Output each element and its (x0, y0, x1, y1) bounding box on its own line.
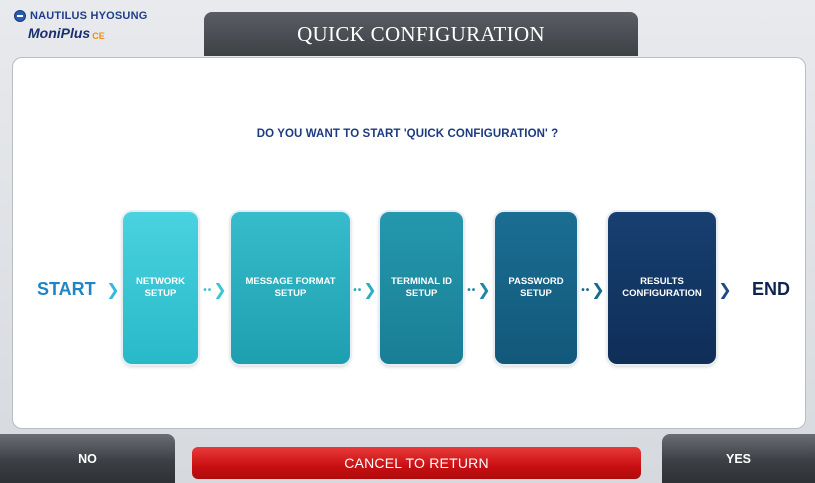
product-name: MoniPlus (28, 25, 91, 41)
step-label-line2: SETUP (405, 288, 438, 299)
double-chevron-right-icon: •• ❯ (203, 282, 227, 299)
product-version: CE (92, 31, 105, 41)
step-label-line2: SETUP (520, 288, 552, 299)
double-chevron-right-icon: •• ❯ (467, 282, 491, 299)
step-label-line1: NETWORK (135, 276, 186, 287)
hyosung-logo-icon (14, 10, 26, 22)
page-title: QUICK CONFIGURATION (204, 12, 638, 56)
step-label-line2: CONFIGURATION (622, 288, 702, 299)
step-label-line1: RESULTS (640, 276, 684, 287)
cancel-to-return-button[interactable]: CANCEL TO RETURN (192, 447, 641, 479)
brand-name: NAUTILUS HYOSUNG (30, 10, 148, 22)
yes-button[interactable]: YES (662, 434, 815, 483)
no-button[interactable]: NO (0, 434, 175, 483)
flow-start-label: START (37, 279, 96, 299)
double-chevron-right-icon: ❯ (718, 282, 732, 299)
step-label-line2: SETUP (144, 288, 177, 299)
step-label-line1: TERMINAL ID (390, 276, 453, 287)
double-chevron-right-icon: ❯ (106, 282, 120, 299)
step-label-line1: PASSWORD (508, 276, 564, 287)
step-label-line1: MESSAGE FORMAT (245, 276, 336, 287)
step-password-setup: PASSWORD SETUP (495, 212, 577, 364)
step-message-format-setup: MESSAGE FORMAT SETUP (231, 212, 350, 364)
double-chevron-right-icon: •• ❯ (581, 282, 605, 299)
confirmation-question: DO YOU WANT TO START 'QUICK CONFIGURATIO… (256, 128, 559, 140)
double-chevron-right-icon: •• ❯ (353, 282, 377, 299)
step-label-line2: SETUP (274, 288, 307, 299)
step-terminal-id-setup: TERMINAL ID SETUP (380, 212, 463, 364)
flow-end-label: END (752, 279, 791, 299)
step-network-setup: NETWORK SETUP (123, 212, 198, 364)
brand-logo: NAUTILUS HYOSUNG MoniPlus CE (14, 10, 194, 52)
step-results-configuration: RESULTS CONFIGURATION (608, 212, 716, 364)
